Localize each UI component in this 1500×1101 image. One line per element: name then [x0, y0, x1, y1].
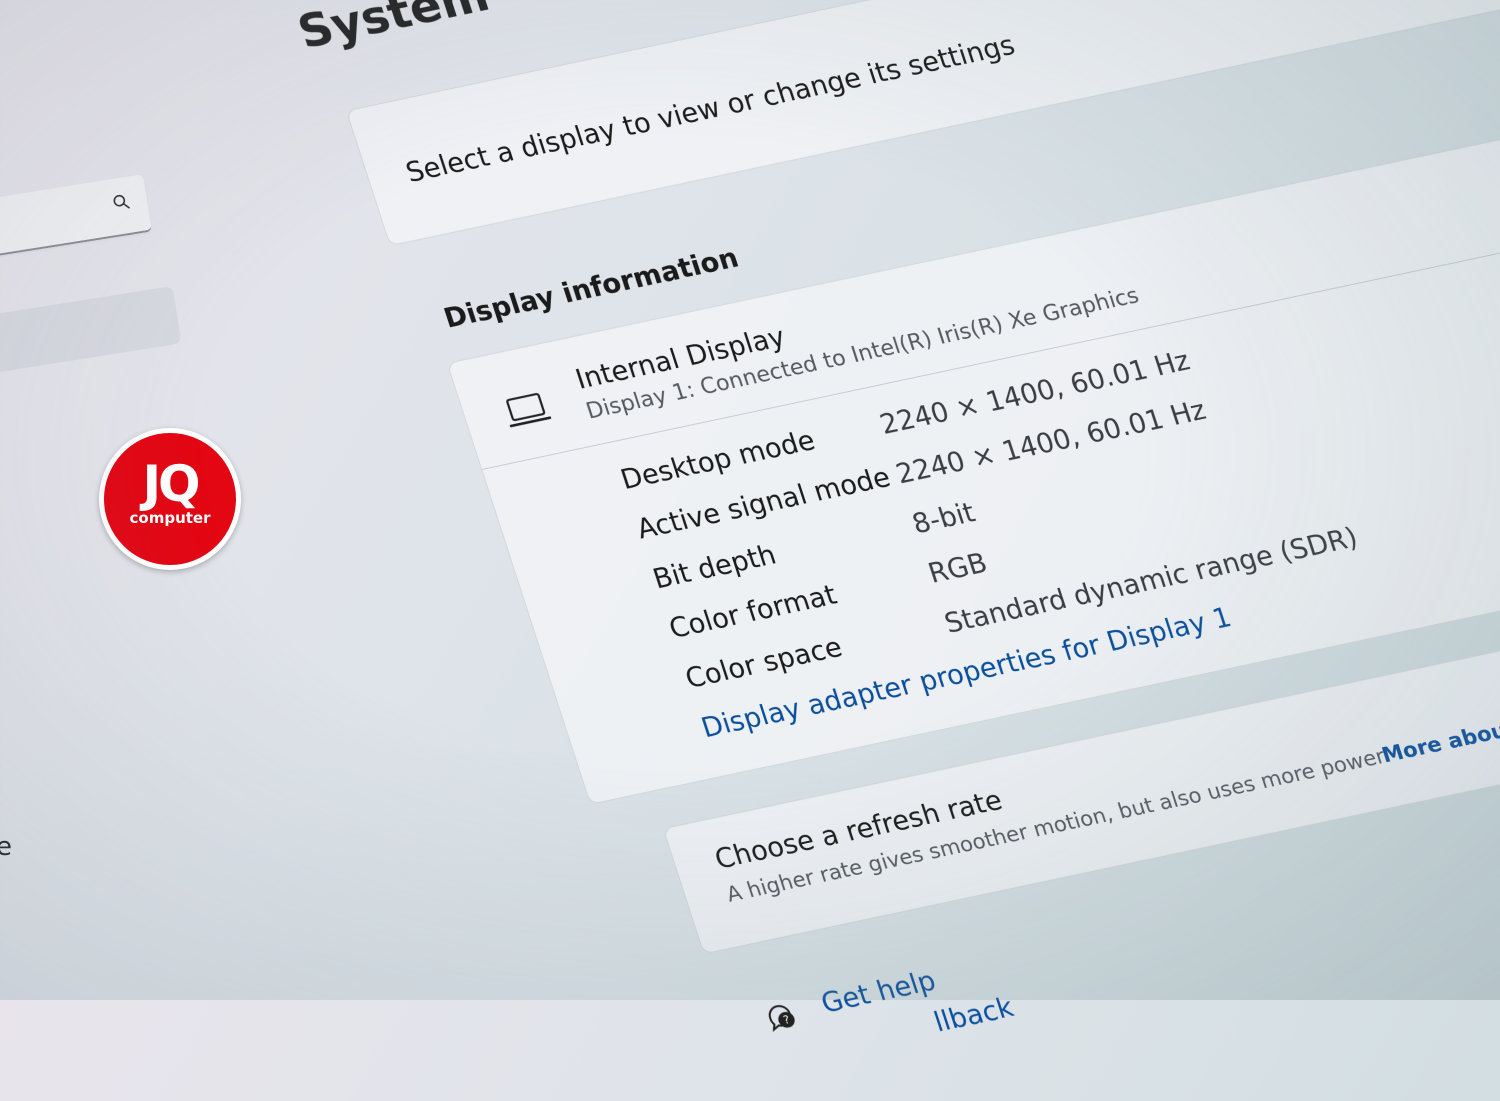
info-value: 8-bit	[908, 497, 979, 540]
more-about-refresh-rate-link[interactable]: More about refresh rate	[1379, 685, 1500, 767]
help-icon: ?	[768, 1005, 795, 1032]
laptop-icon	[506, 392, 552, 428]
display-select-prompt: Select a display to view or change its s…	[402, 29, 1019, 189]
info-value: RGB	[924, 547, 992, 590]
jq-computer-logo: JQ computer	[99, 428, 241, 570]
info-row: Color format RGB	[665, 548, 991, 665]
sidebar-item-selected[interactable]	[0, 285, 182, 376]
info-label: Bit depth	[649, 539, 780, 595]
page-title: System	[291, 0, 496, 60]
get-help-link[interactable]: Get help	[817, 966, 939, 1020]
logo-subtext: computer	[129, 509, 211, 527]
info-row: Desktop mode 2240 × 1400, 60.01 Hz	[617, 345, 1194, 516]
display-info-rows: Desktop mode 2240 × 1400, 60.01 Hz Activ…	[617, 345, 1362, 715]
search-icon[interactable]	[112, 193, 130, 211]
settings-search-box[interactable]	[0, 174, 153, 258]
info-row: Color space Standard dynamic range (SDR)	[682, 522, 1362, 715]
logo-text: JQ	[142, 455, 200, 513]
main-content: System Select a display to view or chang…	[291, 0, 1500, 1038]
sidebar-item-label[interactable]: e	[0, 832, 12, 862]
info-row: Bit depth 8-bit	[649, 497, 979, 615]
info-label: Color space	[681, 631, 847, 695]
give-feedback-link[interactable]: llback	[930, 992, 1017, 1038]
info-label: Color format	[665, 579, 841, 645]
info-row: Active signal mode 2240 × 1400, 60.01 Hz	[633, 395, 1210, 566]
